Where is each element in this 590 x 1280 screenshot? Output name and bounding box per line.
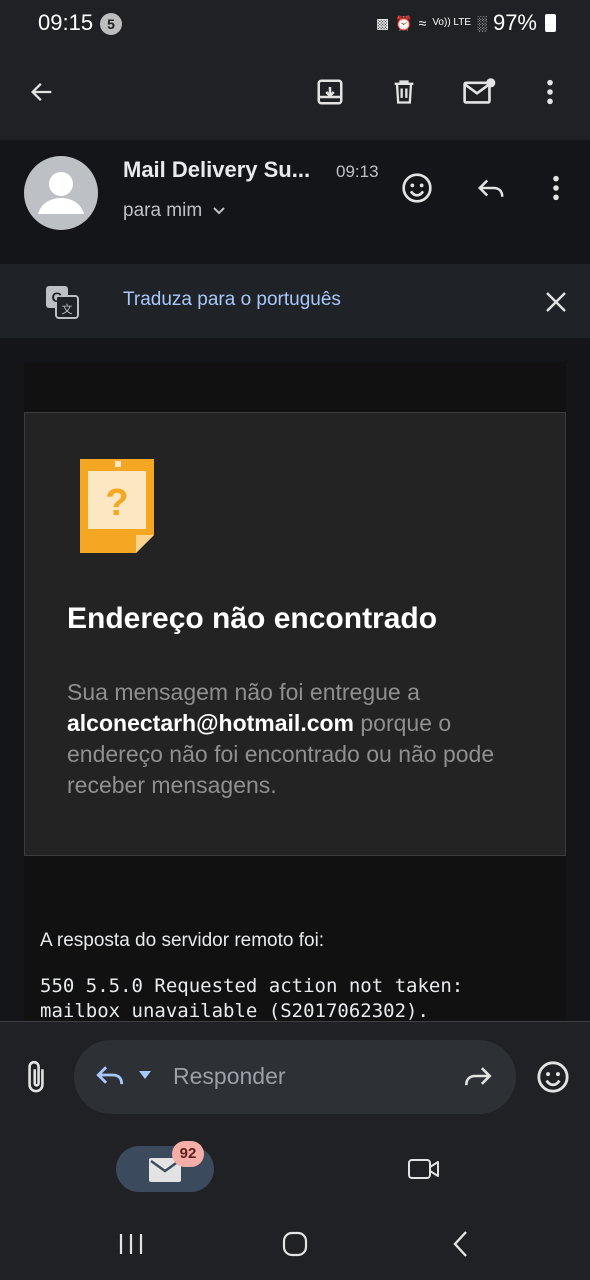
more-vert-icon	[553, 175, 559, 201]
recipient-label: para mim	[123, 200, 203, 221]
lock-icon: ▩	[375, 14, 390, 31]
translate-icon: G文	[44, 284, 80, 325]
svg-text:文: 文	[62, 302, 73, 316]
paperclip-icon	[28, 1060, 44, 1093]
mark-unread-icon	[463, 78, 496, 104]
message-time: 09:13	[336, 162, 379, 181]
reply-icon	[477, 179, 504, 197]
alarm-icon: ⏰	[395, 14, 413, 31]
chevron-left-icon	[453, 1231, 467, 1257]
smiley-icon	[402, 173, 432, 203]
sender-avatar[interactable]	[24, 156, 98, 230]
home-button[interactable]	[271, 1224, 319, 1264]
wifi-icon: ≈	[418, 15, 427, 31]
network-label: Vo)) LTE	[432, 17, 472, 28]
failed-address[interactable]: alconectarh@hotmail.com	[67, 710, 354, 736]
unread-count-badge: 92	[172, 1141, 204, 1167]
recipient-toggle[interactable]: para mim	[123, 200, 226, 222]
smiley-icon	[537, 1061, 569, 1093]
chevron-down-icon	[213, 207, 225, 215]
notification-count-badge: 5	[100, 13, 122, 35]
recent-apps-button[interactable]	[107, 1224, 155, 1264]
react-emoji-button[interactable]	[393, 164, 441, 212]
bounce-text-before: Sua mensagem não foi entregue a	[67, 679, 420, 705]
status-icons: ▩ ⏰ ≈ Vo)) LTE ░ 97%	[376, 10, 556, 36]
sticky-note-question-icon: ?	[80, 459, 156, 558]
more-vert-icon	[547, 79, 553, 105]
reply-type-selector[interactable]	[94, 1062, 152, 1088]
home-icon	[282, 1231, 308, 1257]
back-button[interactable]	[18, 68, 66, 116]
system-back-button[interactable]	[437, 1224, 485, 1264]
back-arrow-icon	[31, 83, 52, 101]
close-translate-button[interactable]	[532, 278, 580, 326]
archive-button[interactable]	[306, 68, 354, 116]
delete-button[interactable]	[380, 68, 428, 116]
battery-percentage: 97%	[492, 10, 537, 35]
translate-link[interactable]: Traduza para o português	[123, 289, 341, 311]
reply-placeholder: Responder	[173, 1063, 286, 1089]
emoji-button[interactable]	[529, 1053, 577, 1101]
battery-icon	[545, 14, 556, 32]
forward-button[interactable]	[462, 1063, 494, 1094]
reply-button[interactable]	[467, 164, 515, 212]
close-icon	[546, 292, 566, 312]
person-icon	[38, 172, 84, 214]
attach-button[interactable]	[12, 1053, 60, 1101]
video-camera-icon	[408, 1159, 439, 1179]
sender-name[interactable]: Mail Delivery Su...	[123, 157, 310, 183]
trash-icon	[394, 80, 414, 104]
message-more-button[interactable]	[532, 164, 580, 212]
dropdown-arrow-icon	[139, 1071, 151, 1079]
mark-unread-button[interactable]	[455, 68, 503, 116]
recent-apps-icon	[119, 1234, 143, 1254]
svg-text:?: ?	[105, 482, 128, 524]
status-time: 09:15	[38, 10, 94, 35]
archive-icon	[317, 79, 343, 105]
more-options-button[interactable]	[526, 68, 574, 116]
bounce-description: Sua mensagem não foi entregue a alconect…	[67, 677, 527, 801]
signal-icon: ░	[477, 15, 487, 31]
server-response-label: A resposta do servidor remoto foi:	[40, 930, 325, 951]
meet-tab[interactable]	[400, 1145, 448, 1193]
bounce-title: Endereço não encontrado	[67, 602, 438, 635]
reply-icon	[96, 1066, 124, 1085]
forward-icon	[465, 1067, 492, 1086]
server-response-code: 550 5.5.0 Requested action not taken: ma…	[40, 975, 464, 1022]
